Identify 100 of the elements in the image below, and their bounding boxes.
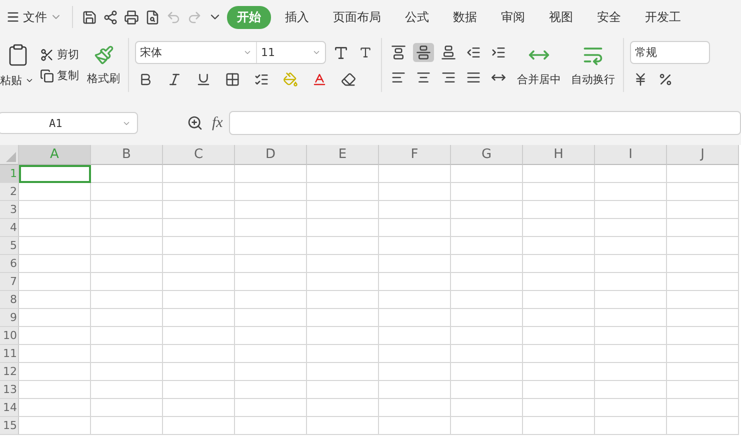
table-cell[interactable] <box>379 183 451 201</box>
table-cell[interactable] <box>163 381 235 399</box>
table-cell[interactable] <box>595 417 667 435</box>
row-header[interactable]: 13 <box>0 381 19 399</box>
table-cell[interactable] <box>235 165 307 183</box>
cut-button[interactable]: 剪切 <box>40 47 79 62</box>
table-cell[interactable] <box>235 291 307 309</box>
table-cell[interactable] <box>19 273 91 291</box>
table-cell[interactable] <box>595 165 667 183</box>
row-header[interactable]: 7 <box>0 273 19 291</box>
table-cell[interactable] <box>91 345 163 363</box>
table-cell[interactable] <box>307 291 379 309</box>
table-cell[interactable] <box>235 399 307 417</box>
table-cell[interactable] <box>235 273 307 291</box>
ribbon-tab[interactable]: 审阅 <box>491 6 535 28</box>
table-cell[interactable] <box>523 381 595 399</box>
table-cell[interactable] <box>523 183 595 201</box>
table-cell[interactable] <box>235 363 307 381</box>
table-cell[interactable] <box>595 183 667 201</box>
table-cell[interactable] <box>379 273 451 291</box>
table-cell[interactable] <box>451 327 523 345</box>
file-menu[interactable]: 文件 <box>2 8 66 26</box>
table-cell[interactable] <box>307 237 379 255</box>
table-cell[interactable] <box>91 219 163 237</box>
table-cell[interactable] <box>163 309 235 327</box>
row-header[interactable]: 15 <box>0 417 19 435</box>
table-cell[interactable] <box>379 255 451 273</box>
table-cell[interactable] <box>235 201 307 219</box>
table-cell[interactable] <box>451 255 523 273</box>
row-header[interactable]: 2 <box>0 183 19 201</box>
table-cell[interactable] <box>307 201 379 219</box>
table-cell[interactable] <box>307 219 379 237</box>
number-format-field[interactable]: 常规 <box>631 42 709 63</box>
row-header[interactable]: 3 <box>0 201 19 219</box>
column-header[interactable]: I <box>595 145 667 165</box>
table-cell[interactable] <box>451 183 523 201</box>
table-cell[interactable] <box>451 291 523 309</box>
table-cell[interactable] <box>379 417 451 435</box>
table-cell[interactable] <box>19 309 91 327</box>
table-cell[interactable] <box>91 309 163 327</box>
table-cell[interactable] <box>523 327 595 345</box>
table-cell[interactable] <box>595 273 667 291</box>
table-cell[interactable] <box>307 255 379 273</box>
table-cell[interactable] <box>91 327 163 345</box>
table-cell[interactable] <box>235 237 307 255</box>
table-cell[interactable] <box>451 165 523 183</box>
table-cell[interactable] <box>379 399 451 417</box>
table-cell[interactable] <box>307 327 379 345</box>
row-header[interactable]: 12 <box>0 363 19 381</box>
column-header[interactable]: E <box>307 145 379 165</box>
table-cell[interactable] <box>19 237 91 255</box>
table-cell[interactable] <box>379 345 451 363</box>
table-cell[interactable] <box>235 309 307 327</box>
table-cell[interactable] <box>523 219 595 237</box>
row-header[interactable]: 11 <box>0 345 19 363</box>
active-cell[interactable] <box>19 165 91 183</box>
table-cell[interactable] <box>91 399 163 417</box>
table-cell[interactable] <box>163 363 235 381</box>
table-cell[interactable] <box>523 237 595 255</box>
table-cell[interactable] <box>667 183 739 201</box>
table-cell[interactable] <box>91 417 163 435</box>
table-cell[interactable] <box>19 381 91 399</box>
column-header[interactable]: D <box>235 145 307 165</box>
table-cell[interactable] <box>307 417 379 435</box>
table-cell[interactable] <box>523 309 595 327</box>
table-cell[interactable] <box>523 255 595 273</box>
table-cell[interactable] <box>523 291 595 309</box>
table-cell[interactable] <box>379 237 451 255</box>
table-cell[interactable] <box>307 183 379 201</box>
table-cell[interactable] <box>235 219 307 237</box>
paste-button[interactable]: 粘贴 <box>0 72 34 88</box>
table-cell[interactable] <box>379 219 451 237</box>
table-cell[interactable] <box>667 327 739 345</box>
table-cell[interactable] <box>451 417 523 435</box>
table-cell[interactable] <box>667 309 739 327</box>
table-cell[interactable] <box>307 363 379 381</box>
table-cell[interactable] <box>523 273 595 291</box>
copy-button[interactable]: 复制 <box>40 68 79 83</box>
table-cell[interactable] <box>91 273 163 291</box>
table-cell[interactable] <box>19 345 91 363</box>
table-cell[interactable] <box>91 201 163 219</box>
table-cell[interactable] <box>595 327 667 345</box>
table-cell[interactable] <box>163 201 235 219</box>
table-cell[interactable] <box>19 219 91 237</box>
table-cell[interactable] <box>595 309 667 327</box>
table-cell[interactable] <box>163 273 235 291</box>
table-cell[interactable] <box>451 201 523 219</box>
table-cell[interactable] <box>91 381 163 399</box>
table-cell[interactable] <box>307 309 379 327</box>
function-label[interactable]: fx <box>212 114 223 132</box>
table-cell[interactable] <box>19 255 91 273</box>
table-cell[interactable] <box>163 399 235 417</box>
table-cell[interactable] <box>595 219 667 237</box>
table-cell[interactable] <box>163 327 235 345</box>
table-cell[interactable] <box>667 399 739 417</box>
table-cell[interactable] <box>235 327 307 345</box>
column-header[interactable]: J <box>667 145 739 165</box>
table-cell[interactable] <box>19 327 91 345</box>
table-cell[interactable] <box>307 345 379 363</box>
row-header[interactable]: 8 <box>0 291 19 309</box>
